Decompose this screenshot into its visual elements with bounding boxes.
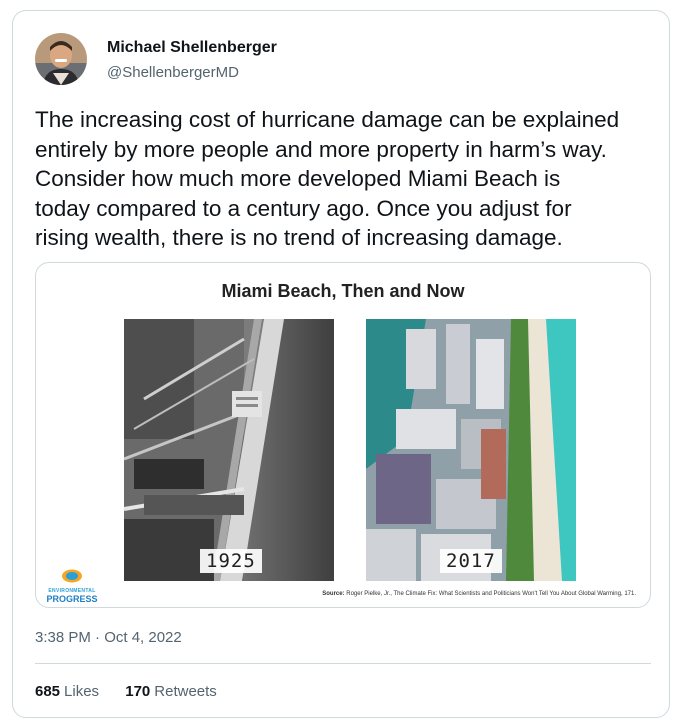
likes-link[interactable]: 685 Likes: [35, 683, 99, 700]
tweet-media-image[interactable]: Miami Beach, Then and Now 1925 2017 ENVI…: [35, 262, 651, 608]
tweet-timestamp[interactable]: 3:38 PM · Oct 4, 2022: [35, 629, 182, 646]
logo-icon: [62, 569, 82, 583]
divider: [35, 663, 651, 664]
retweets-label: Retweets: [154, 683, 217, 700]
photo-1925: 1925: [123, 319, 334, 581]
retweets-link[interactable]: 170 Retweets: [125, 683, 217, 700]
media-title: Miami Beach, Then and Now: [221, 281, 465, 301]
logo-text-bottom: PROGRESS: [46, 594, 98, 604]
likes-label: Likes: [64, 683, 100, 700]
retweets-count: 170: [125, 683, 151, 700]
environmental-progress-logo: ENVIRONMENTAL PROGRESS: [46, 569, 98, 604]
year-label-1925: 1925: [200, 549, 262, 573]
tweet-card: Michael Shellenberger @ShellenbergerMD T…: [12, 10, 670, 718]
likes-count: 685: [35, 683, 61, 700]
photo-2017: 2017: [366, 319, 576, 581]
year-label-2017: 2017: [440, 549, 502, 573]
source-label: Source:: [322, 591, 345, 597]
tweet-text: The increasing cost of hurricane damage …: [35, 107, 620, 250]
author-handle[interactable]: @ShellenbergerMD: [107, 64, 239, 81]
source-caption: Source: Roger Pielke, Jr., The Climate F…: [322, 591, 636, 597]
author-name[interactable]: Michael Shellenberger: [107, 39, 277, 57]
tweet-stats: 685 Likes 170 Retweets: [35, 683, 239, 700]
avatar[interactable]: [35, 33, 87, 85]
source-text: Roger Pielke, Jr., The Climate Fix: What…: [346, 591, 636, 597]
